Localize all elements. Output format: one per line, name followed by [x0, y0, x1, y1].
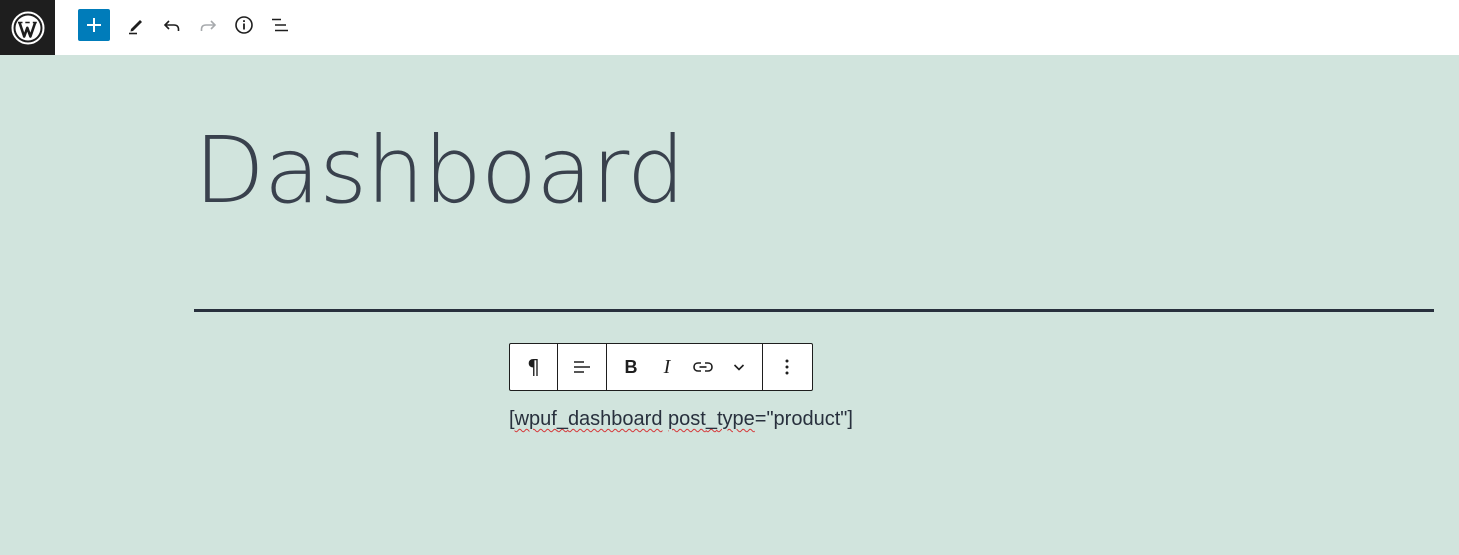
link-button[interactable]: [685, 344, 721, 390]
shortcode-word: dashboard: [567, 408, 663, 430]
alignment-group: [558, 344, 607, 390]
shortcode-word: wpuf: [514, 408, 557, 430]
page-title[interactable]: Dashboard: [194, 125, 685, 217]
shortcode-word: post: [668, 408, 706, 430]
shortcode-separator: _: [556, 408, 568, 430]
shortcode-word: type: [716, 408, 755, 430]
shortcode-attribute: ="product"]: [754, 408, 853, 430]
link-icon: [693, 362, 713, 372]
block-options-button[interactable]: [769, 344, 805, 390]
details-button[interactable]: [228, 9, 260, 41]
plus-icon: [87, 18, 101, 32]
misspelled-word: post_type: [668, 408, 755, 430]
wordpress-logo-icon: [11, 11, 44, 44]
undo-button[interactable]: [156, 9, 188, 41]
wordpress-logo-button[interactable]: [0, 0, 55, 55]
editor-canvas: Dashboard ¶ B I [wpuf_dashboard post_typ…: [0, 55, 1459, 555]
italic-button[interactable]: I: [649, 344, 685, 390]
chevron-down-icon: [733, 364, 745, 371]
misspelled-word: wpuf_dashboard: [515, 408, 663, 430]
bold-icon: B: [624, 356, 638, 377]
redo-icon: [200, 20, 217, 31]
format-group: B I: [607, 344, 763, 390]
block-type-group: ¶: [510, 344, 558, 390]
redo-button[interactable]: [192, 9, 224, 41]
more-vertical-icon: [785, 359, 789, 375]
edit-mode-button[interactable]: [120, 9, 152, 41]
align-button[interactable]: [564, 344, 600, 390]
add-block-button[interactable]: [78, 9, 110, 41]
info-icon: [235, 16, 253, 34]
block-options-group: [763, 344, 811, 390]
undo-icon: [163, 20, 180, 31]
paragraph-block[interactable]: [wpuf_dashboard post_type="product"]: [509, 408, 853, 431]
block-toolbar: ¶ B I: [509, 343, 813, 391]
list-view-icon: [272, 18, 288, 32]
list-view-button[interactable]: [264, 9, 296, 41]
editor-top-bar: [0, 0, 1459, 55]
separator-block[interactable]: [194, 309, 1434, 312]
paragraph-icon: ¶: [527, 355, 540, 379]
pencil-icon: [129, 20, 142, 35]
align-left-icon: [574, 361, 590, 373]
shortcode-separator: _: [705, 408, 717, 430]
italic-icon: I: [663, 355, 671, 378]
more-formats-button[interactable]: [721, 344, 757, 390]
bold-button[interactable]: B: [613, 344, 649, 390]
paragraph-block-button[interactable]: ¶: [516, 344, 552, 390]
